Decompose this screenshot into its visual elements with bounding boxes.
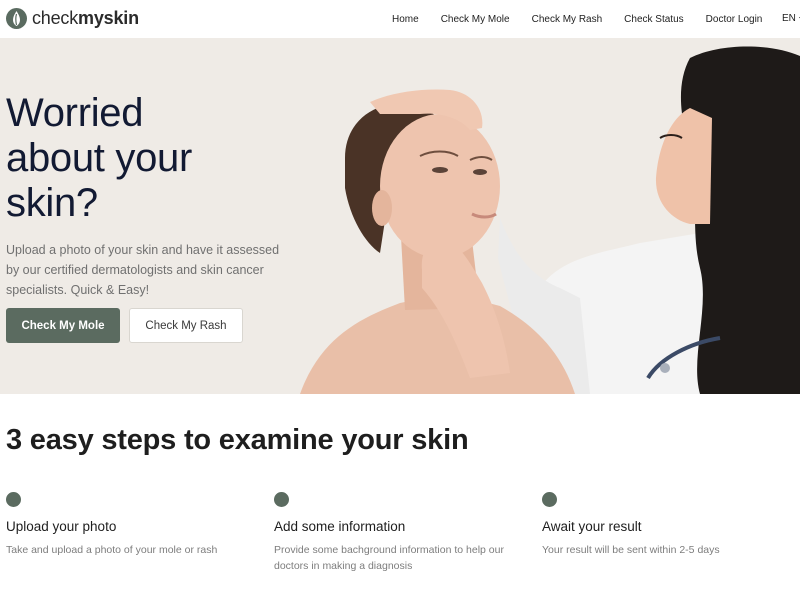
logo-text-check: check	[32, 8, 79, 28]
site-header: checkmyskin Home Check My Mole Check My …	[0, 0, 800, 38]
steps-title: 3 easy steps to examine your skin	[6, 424, 469, 456]
step-dot-icon	[6, 492, 21, 507]
step-3-text: Your result will be sent within 2-5 days	[542, 544, 720, 556]
step-3: Await your result Your result will be se…	[542, 492, 800, 558]
step-3-title: Await your result	[542, 519, 642, 534]
language-label: EN	[782, 13, 796, 24]
step-1-title: Upload your photo	[6, 519, 117, 534]
logo-icon	[6, 8, 27, 29]
step-dot-icon	[274, 492, 289, 507]
language-selector[interactable]: EN	[782, 13, 800, 24]
step-2-text: Provide some bachground information to h…	[274, 544, 504, 572]
step-1-text: Take and upload a photo of your mole or …	[6, 544, 218, 556]
step-2: Add some information Provide some bachgr…	[274, 492, 534, 574]
main-nav: Home Check My Mole Check My Rash Check S…	[392, 0, 784, 38]
logo[interactable]: checkmyskin	[6, 8, 139, 29]
hero-title: Worried about your skin?	[6, 91, 306, 226]
hero-title-line-1: Worried	[6, 91, 144, 135]
logo-text-skin: skin	[103, 8, 139, 28]
check-my-rash-button[interactable]: Check My Rash	[129, 308, 243, 343]
step-dot-icon	[542, 492, 557, 507]
logo-wordmark: checkmyskin	[32, 8, 139, 29]
nav-doctor-login[interactable]: Doctor Login	[706, 14, 763, 25]
check-my-mole-button[interactable]: Check My Mole	[6, 308, 120, 343]
hero-title-line-2: about your	[6, 136, 193, 180]
nav-check-my-rash[interactable]: Check My Rash	[532, 14, 603, 25]
nav-home[interactable]: Home	[392, 14, 419, 25]
step-1: Upload your photo Take and upload a phot…	[6, 492, 266, 558]
hero-title-line-3: skin?	[6, 181, 98, 225]
logo-text-my: my	[78, 8, 104, 28]
step-2-title: Add some information	[274, 519, 406, 534]
hero-description: Upload a photo of your skin and have it …	[6, 243, 280, 297]
nav-check-status[interactable]: Check Status	[624, 14, 683, 25]
hero-section: Worried about your skin? Upload a photo …	[0, 38, 800, 394]
nav-check-my-mole[interactable]: Check My Mole	[441, 14, 510, 25]
